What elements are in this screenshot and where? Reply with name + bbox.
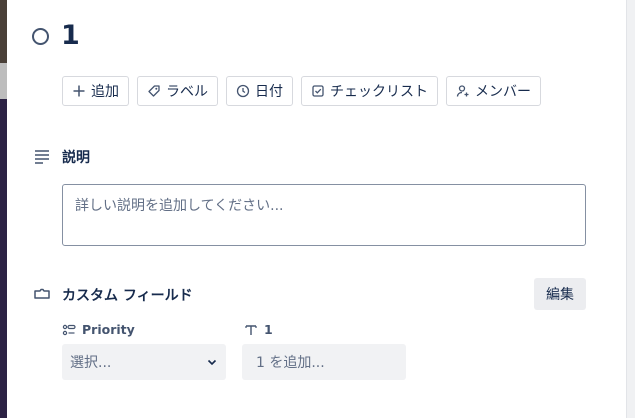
background-strip-mid <box>0 63 7 99</box>
add-user-icon <box>456 84 470 98</box>
field-label-1: 1 <box>244 322 273 337</box>
field-1-input[interactable]: 1 を追加... <box>242 344 406 380</box>
clock-icon <box>236 84 250 98</box>
card-actions: 追加 ラベル 日付 チェックリスト メンバー <box>62 76 541 106</box>
complete-toggle-icon[interactable] <box>32 28 49 45</box>
dropdown-field-icon <box>62 323 76 337</box>
description-heading: 説明 <box>62 150 90 166</box>
members-button-label: メンバー <box>475 84 531 100</box>
chevron-down-icon <box>206 356 218 368</box>
members-button[interactable]: メンバー <box>446 76 541 106</box>
add-button-label: 追加 <box>91 84 119 100</box>
card-title[interactable]: 1 <box>61 18 80 54</box>
custom-fields-heading: カスタム フィールド <box>62 288 193 304</box>
labels-button[interactable]: ラベル <box>137 76 218 106</box>
field-icon <box>33 285 51 303</box>
field-label-priority: Priority <box>62 322 135 337</box>
add-button[interactable]: 追加 <box>62 76 129 106</box>
dates-button-label: 日付 <box>255 84 283 100</box>
text-field-icon <box>244 323 258 337</box>
priority-select-value: 選択... <box>70 355 112 371</box>
tag-icon <box>147 84 161 98</box>
field-label-text: 1 <box>264 322 273 337</box>
description-input[interactable]: 詳しい説明を追加してください... <box>62 184 586 246</box>
labels-button-label: ラベル <box>166 84 208 100</box>
plus-icon <box>72 84 86 98</box>
checkbox-icon <box>311 84 325 98</box>
lines-icon <box>33 147 51 165</box>
checklist-button-label: チェックリスト <box>330 84 428 100</box>
field-label-text: Priority <box>82 322 135 337</box>
scrollbar-track[interactable] <box>626 0 635 418</box>
background-strip-top <box>0 0 7 63</box>
checklist-button[interactable]: チェックリスト <box>301 76 438 106</box>
dates-button[interactable]: 日付 <box>226 76 293 106</box>
background-board-edge <box>0 0 7 418</box>
priority-select[interactable]: 選択... <box>62 344 226 380</box>
edit-custom-fields-button[interactable]: 編集 <box>534 278 586 310</box>
